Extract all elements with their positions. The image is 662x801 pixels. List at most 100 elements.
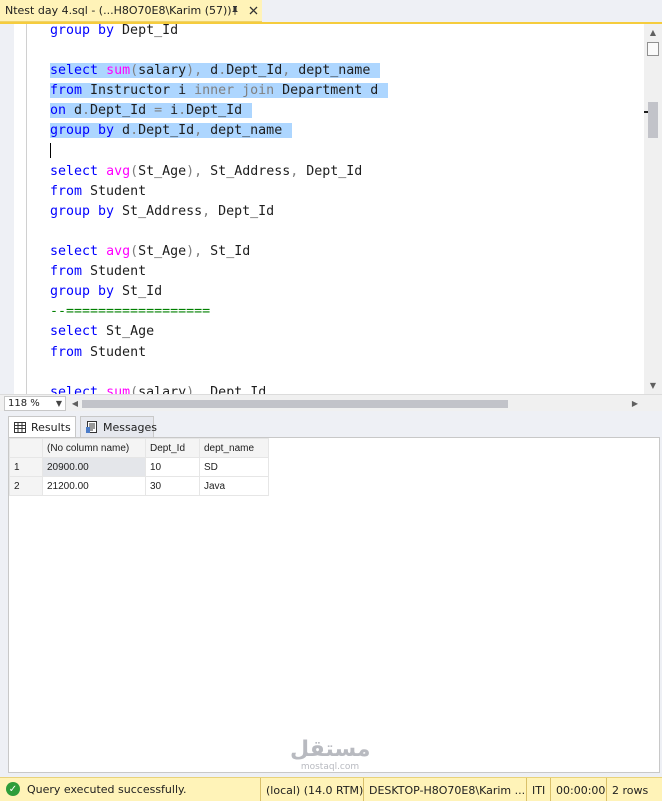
status-rows: 2 rows bbox=[606, 778, 662, 801]
grid-cell[interactable]: 30 bbox=[145, 476, 200, 496]
code-token: dept_name bbox=[290, 63, 379, 79]
code-token: St_Id bbox=[114, 284, 163, 300]
column-header[interactable]: (No column name) bbox=[42, 438, 146, 458]
code-token: . bbox=[130, 123, 139, 139]
text-caret bbox=[50, 143, 51, 159]
horizontal-scroll-thumb[interactable] bbox=[82, 400, 508, 408]
grid-cell[interactable]: 20900.00 bbox=[42, 457, 146, 477]
results-grid-area: (No column name) Dept_Id dept_name 1 209… bbox=[8, 437, 660, 773]
code-line[interactable]: select St_Age bbox=[50, 322, 640, 342]
code-token: dept_name bbox=[202, 123, 291, 139]
status-elapsed: 00:00:00 bbox=[550, 778, 606, 801]
outline-gutter bbox=[26, 24, 27, 394]
code-token: ), bbox=[186, 63, 203, 79]
code-area[interactable]: group by Dept_Id select sum(salary), d.De… bbox=[50, 24, 640, 394]
grid-cell[interactable]: 10 bbox=[145, 457, 200, 477]
code-token: d bbox=[114, 123, 131, 139]
code-token: salary bbox=[138, 63, 187, 79]
code-line[interactable] bbox=[50, 222, 640, 242]
zoom-dropdown[interactable]: 118 % ▼ bbox=[4, 396, 66, 411]
code-line-text: from Student bbox=[50, 345, 148, 360]
code-line-text: group by St_Id bbox=[50, 284, 164, 299]
code-line[interactable] bbox=[50, 41, 640, 61]
code-token: Dept_Id bbox=[202, 384, 267, 394]
pin-icon[interactable] bbox=[228, 3, 242, 17]
code-token: St_Address bbox=[114, 203, 203, 219]
zoom-row: 118 % ▼ ◀ ▶ bbox=[0, 394, 662, 411]
code-token: inner join bbox=[194, 83, 275, 99]
code-token: ( bbox=[130, 244, 139, 260]
code-line[interactable] bbox=[50, 142, 640, 162]
code-token: sum bbox=[106, 63, 131, 79]
row-number[interactable]: 2 bbox=[9, 476, 43, 496]
grid-icon bbox=[14, 421, 26, 433]
code-line[interactable]: from Student bbox=[50, 182, 640, 202]
code-token: Student bbox=[82, 344, 147, 360]
code-line[interactable]: on d.Dept_Id = i.Dept_Id bbox=[50, 101, 640, 121]
code-line[interactable]: group by St_Id bbox=[50, 282, 640, 302]
code-token: i bbox=[162, 103, 179, 119]
status-elapsed-text: 00:00:00 bbox=[556, 783, 606, 797]
code-token: Dept_Id bbox=[90, 103, 155, 119]
code-line-text: group by d.Dept_Id, dept_name bbox=[50, 123, 293, 139]
scroll-down-icon[interactable]: ▼ bbox=[644, 377, 662, 394]
code-token: St_Id bbox=[202, 244, 251, 260]
code-line[interactable]: group by Dept_Id bbox=[50, 24, 640, 41]
code-line[interactable]: group by St_Address, Dept_Id bbox=[50, 202, 640, 222]
grid-header-row: (No column name) Dept_Id dept_name bbox=[9, 438, 269, 458]
column-header[interactable]: dept_name bbox=[199, 438, 269, 458]
status-server-text: (local) (14.0 RTM) bbox=[266, 783, 363, 797]
tab-results[interactable]: Results bbox=[8, 416, 76, 437]
query-editor[interactable]: group by Dept_Id select sum(salary), d.De… bbox=[0, 24, 662, 394]
code-token: ( bbox=[130, 63, 139, 79]
code-line[interactable]: select avg(St_Age), St_Address, Dept_Id bbox=[50, 162, 640, 182]
grid-corner[interactable] bbox=[9, 438, 43, 458]
editor-horizontal-scrollbar[interactable]: ◀ ▶ bbox=[68, 396, 642, 411]
code-line[interactable]: from Student bbox=[50, 343, 640, 363]
code-token: avg bbox=[106, 163, 131, 179]
status-bar: ✓ Query executed successfully. (local) (… bbox=[0, 777, 662, 801]
code-token: Dept_Id bbox=[210, 203, 275, 219]
scroll-thumb[interactable] bbox=[648, 102, 658, 138]
chevron-down-icon[interactable]: ▼ bbox=[56, 397, 62, 410]
code-line[interactable]: --================== bbox=[50, 302, 640, 322]
code-line[interactable]: select avg(St_Age), St_Id bbox=[50, 242, 640, 262]
grid-cell[interactable]: Java bbox=[199, 476, 269, 496]
row-number[interactable]: 1 bbox=[9, 457, 43, 477]
code-line[interactable]: select sum(salary), d.Dept_Id, dept_name bbox=[50, 61, 640, 81]
scroll-right-icon[interactable]: ▶ bbox=[628, 396, 642, 411]
status-login-text: DESKTOP-H8O70E8\Karim ... bbox=[369, 783, 526, 797]
zoom-value: 118 % bbox=[8, 398, 40, 409]
code-line-text: select St_Age bbox=[50, 324, 156, 339]
code-line[interactable]: group by d.Dept_Id, dept_name bbox=[50, 121, 640, 141]
close-icon[interactable] bbox=[246, 3, 260, 17]
grid-cell[interactable]: SD bbox=[199, 457, 269, 477]
grid-cell[interactable]: 21200.00 bbox=[42, 476, 146, 496]
scroll-left-icon[interactable]: ◀ bbox=[68, 396, 82, 411]
code-line-text: select sum(salary), Dept_Id bbox=[50, 385, 268, 394]
scroll-up-icon[interactable]: ▲ bbox=[644, 24, 662, 41]
code-line[interactable]: from Student bbox=[50, 262, 640, 282]
code-line[interactable] bbox=[50, 363, 640, 383]
tab-messages[interactable]: Messages bbox=[80, 416, 157, 437]
code-line[interactable]: select sum(salary), Dept_Id bbox=[50, 383, 640, 394]
document-tab[interactable]: Ntest day 4.sql - (...H8O70E8\Karim (57)… bbox=[0, 0, 262, 22]
code-token: group by bbox=[50, 24, 115, 38]
code-token: ), bbox=[186, 163, 203, 179]
code-token: select bbox=[50, 384, 99, 394]
table-row: 2 21200.00 30 Java bbox=[9, 476, 269, 496]
column-header[interactable]: Dept_Id bbox=[145, 438, 200, 458]
editor-vertical-scrollbar[interactable]: ▲ ▼ bbox=[644, 24, 662, 394]
code-token: ( bbox=[130, 163, 139, 179]
split-window-icon[interactable] bbox=[647, 42, 659, 56]
code-line-text: group by St_Address, Dept_Id bbox=[50, 204, 276, 219]
code-token: d bbox=[66, 103, 83, 119]
code-line[interactable]: from Instructor i inner join Department … bbox=[50, 81, 640, 101]
code-token: Department d bbox=[274, 83, 387, 99]
code-token: Student bbox=[82, 183, 147, 199]
code-line-text bbox=[50, 143, 53, 159]
